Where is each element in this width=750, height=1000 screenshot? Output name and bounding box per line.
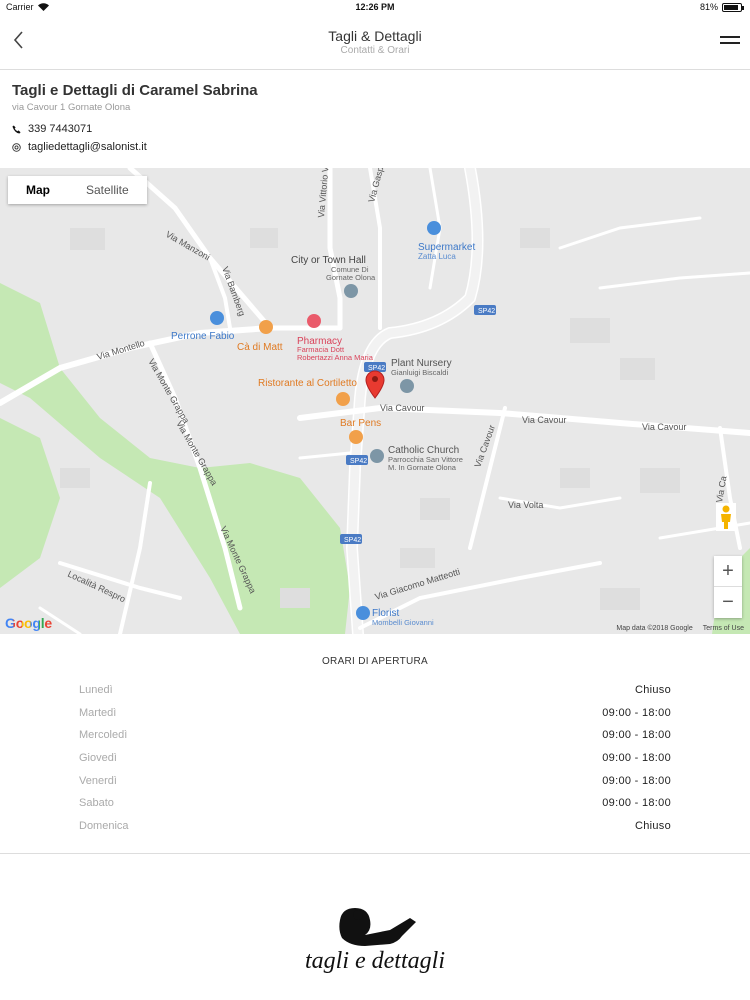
restaurant-icon [336, 392, 350, 406]
email-address[interactable]: tagliedettagli@salonist.it [28, 141, 147, 153]
svg-text:Zatta Luca: Zatta Luca [418, 252, 456, 261]
map-type-tabs: Map Satellite [8, 176, 147, 204]
battery-status: 81% [699, 2, 744, 12]
tab-satellite[interactable]: Satellite [68, 176, 147, 204]
shop-info: Tagli e Dettagli di Caramel Sabrina via … [12, 82, 732, 153]
hours-row: Martedì 09:00 - 18:00 [79, 707, 671, 730]
svg-text:Via Montello: Via Montello [96, 338, 146, 362]
hours-row: Mercoledì 09:00 - 18:00 [79, 729, 671, 752]
status-bar: Carrier 12:26 PM 81% [0, 0, 750, 14]
brand-logo: tagli e dettagli [270, 900, 480, 990]
svg-text:Gornate Olona: Gornate Olona [326, 273, 376, 282]
day-hours: 09:00 - 18:00 [602, 752, 671, 765]
svg-text:SP42: SP42 [478, 308, 495, 315]
bar-icon [349, 430, 363, 444]
perrone-label: Perrone Fabio [171, 331, 235, 342]
map-canvas: SP42 SP42 SP42 SP42 City or Town Hall Co… [0, 168, 750, 634]
day-label: Venerdì [79, 774, 117, 787]
ristorante-label: Ristorante al Cortiletto [258, 378, 357, 389]
hours-row: Giovedì 09:00 - 18:00 [79, 752, 671, 775]
town-hall-icon [344, 284, 358, 298]
status-time: 12:26 PM [355, 2, 395, 12]
hours-row: Lunedì Chiuso [79, 684, 671, 707]
street-view-pegman-icon[interactable] [716, 503, 736, 531]
map-pin-icon[interactable] [365, 370, 385, 399]
page-subtitle: Contatti & Orari [340, 45, 410, 56]
hours-title: ORARI DI APERTURA [321, 656, 429, 667]
tab-map[interactable]: Map [8, 176, 68, 204]
day-hours: Chiuso [634, 684, 671, 696]
at-icon [12, 142, 21, 152]
bar-pens-label: Bar Pens [340, 418, 381, 429]
menu-button[interactable] [720, 32, 740, 48]
svg-text:Mombelli Giovanni: Mombelli Giovanni [372, 618, 434, 627]
svg-text:M. In Gornate Olona: M. In Gornate Olona [388, 463, 457, 472]
shop-address: via Cavour 1 Gornate Olona [12, 102, 131, 113]
svg-text:SP42: SP42 [350, 458, 367, 465]
terms-link[interactable]: Terms of Use [703, 625, 744, 632]
day-label: Lunedì [79, 684, 113, 696]
zoom-in-button[interactable]: + [714, 556, 742, 587]
phone-icon [12, 124, 21, 134]
hours-list: Lunedì Chiuso Martedì 09:00 - 18:00 Mercol… [79, 684, 671, 843]
svg-text:Via Monte Grappa: Via Monte Grappa [146, 357, 191, 425]
svg-text:Robertazzi Anna Maria: Robertazzi Anna Maria [297, 353, 374, 362]
shop-name: Tagli e Dettagli di Caramel Sabrina [12, 82, 258, 99]
day-label: Giovedì [79, 752, 117, 765]
svg-text:Via Giacomo Matteotti: Via Giacomo Matteotti [374, 567, 461, 602]
svg-text:Via Cavour: Via Cavour [522, 415, 566, 425]
nav-bar: Tagli & Dettagli Contatti & Orari [0, 14, 750, 70]
google-logo-text: Google [5, 615, 53, 631]
phone-row[interactable]: 339 7443071 [12, 123, 732, 135]
hours-row: Sabato 09:00 - 18:00 [79, 797, 671, 820]
map-data-text: Map data ©2018 Google [616, 625, 693, 632]
battery-icon [722, 2, 744, 12]
logo-text: tagli e dettagli [305, 948, 445, 974]
battery-percent: 81% [699, 2, 718, 12]
email-row[interactable]: tagliedettagli@salonist.it [12, 141, 732, 153]
supermarket-icon [427, 221, 441, 235]
zoom-out-button[interactable]: − [714, 587, 742, 618]
svg-text:Via Cavour: Via Cavour [380, 403, 424, 413]
day-label: Mercoledì [79, 729, 128, 742]
hamburger-icon-line [720, 36, 740, 38]
ca-di-matt-label: Cà di Matt [237, 342, 283, 353]
phone-number[interactable]: 339 7443071 [28, 123, 92, 135]
google-logo: Google [5, 615, 52, 631]
day-label: Sabato [79, 797, 114, 810]
svg-text:Via Cavour: Via Cavour [642, 422, 686, 432]
hours-row: Domenica Chiuso [79, 820, 671, 843]
map-attribution: Map data ©2018 Google Terms of Use [616, 625, 744, 632]
zoom-controls: + − [714, 556, 742, 618]
perrone-icon [210, 311, 224, 325]
brand-logo-graphic: tagli e dettagli [305, 908, 445, 974]
day-hours: 09:00 - 18:00 [602, 729, 671, 742]
svg-text:Via Manzoni: Via Manzoni [164, 229, 212, 262]
pharmacy-icon [307, 314, 321, 328]
florist-icon [356, 606, 370, 620]
day-label: Domenica [79, 820, 129, 833]
day-label: Martedì [79, 706, 117, 719]
hours-row: Venerdì 09:00 - 18:00 [79, 775, 671, 798]
day-hours: 09:00 - 18:00 [602, 774, 671, 787]
page-title: Tagli & Dettagli [328, 28, 422, 44]
map-view[interactable]: SP42 SP42 SP42 SP42 City or Town Hall Co… [0, 168, 750, 634]
opening-hours: ORARI DI APERTURA Lunedì Chiuso Martedì 09… [0, 634, 750, 854]
day-hours: 09:00 - 18:00 [602, 797, 671, 810]
svg-text:Via Volta: Via Volta [508, 500, 543, 510]
svg-text:Gianluigi Biscaldi: Gianluigi Biscaldi [391, 368, 448, 377]
day-hours: 09:00 - 18:00 [602, 706, 671, 719]
svg-text:Via Ca: Via Ca [714, 475, 729, 503]
plant-nursery-icon [400, 379, 414, 393]
svg-text:SP42: SP42 [344, 537, 361, 544]
restaurant-icon [259, 320, 273, 334]
hamburger-icon-line [720, 42, 740, 44]
church-icon [370, 449, 384, 463]
day-hours: Chiuso [634, 820, 671, 833]
